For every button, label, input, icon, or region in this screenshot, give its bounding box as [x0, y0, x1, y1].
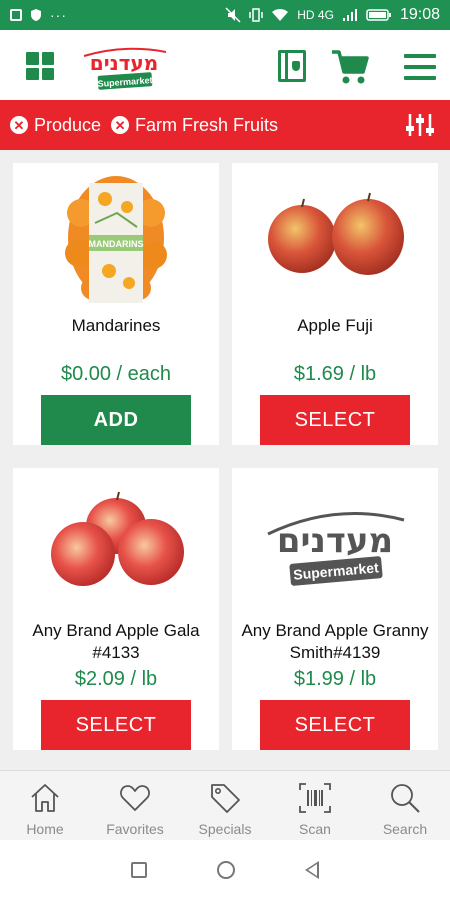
product-price: $1.99 / lb	[293, 668, 377, 690]
barcode-icon	[299, 783, 331, 813]
bottom-tab-bar: Home Favorites Specials Scan Search	[0, 770, 450, 840]
product-name: Mandarines	[71, 316, 161, 335]
vibrate-icon	[249, 8, 264, 22]
product-price: $2.09 / lb	[74, 668, 158, 690]
product-image-mandarins: MANDARINS	[65, 176, 167, 303]
tab-label: Home	[26, 821, 64, 837]
shield-icon	[31, 9, 41, 21]
product-image-gala-apples	[51, 491, 184, 586]
back-icon[interactable]	[305, 861, 319, 879]
tab-favorites[interactable]: Favorites	[90, 771, 180, 840]
store-logo[interactable]: מעדנים Supermarket	[78, 42, 170, 92]
product-name: Any Brand Apple Granny Smith#4139	[241, 621, 429, 662]
filter-chip-label: Farm Fresh Fruits	[135, 114, 279, 135]
sliders-icon[interactable]	[406, 112, 434, 138]
product-card-apple-fuji[interactable]: Apple Fuji $1.69 / lb SELECT	[232, 163, 438, 445]
tab-label: Specials	[198, 821, 252, 837]
product-image-placeholder-logo: מעדנים Supermarket	[267, 512, 405, 586]
product-grid: MANDARINS Mandarines $0.00 / each ADD Ap…	[0, 150, 450, 770]
search-icon	[391, 784, 420, 813]
tab-specials[interactable]: Specials	[180, 771, 270, 840]
select-button[interactable]: SELECT	[41, 700, 191, 750]
bag-label: MANDARINS	[89, 239, 144, 249]
product-name: Apple Fuji	[297, 316, 373, 335]
add-button[interactable]: ADD	[41, 395, 191, 445]
clock: 19:08	[399, 6, 440, 23]
filter-chip-label: Produce	[34, 114, 102, 135]
product-card-apple-gala[interactable]: Any Brand Apple Gala #4133 $2.09 / lb SE…	[13, 468, 219, 750]
product-name: Any Brand Apple Gala #4133	[32, 621, 200, 662]
recents-icon[interactable]	[131, 862, 147, 878]
select-button[interactable]: SELECT	[260, 395, 410, 445]
status-bar: ··· HD 4G 19:08	[0, 0, 450, 30]
grid-menu-icon[interactable]	[26, 52, 54, 80]
product-image-fuji-apples	[268, 192, 404, 275]
filter-bar: ✕ Produce ✕ Farm Fresh Fruits	[0, 100, 450, 150]
tab-search[interactable]: Search	[360, 771, 450, 840]
wifi-icon	[272, 8, 289, 21]
app-bar: מעדנים Supermarket	[0, 30, 450, 100]
select-button[interactable]: SELECT	[260, 700, 410, 750]
home-icon	[31, 784, 59, 812]
hamburger-icon[interactable]	[404, 54, 436, 80]
logo-hebrew-text: מעדנים	[90, 51, 158, 75]
book-icon[interactable]	[278, 50, 306, 82]
more-dots-icon: ···	[50, 7, 67, 23]
product-card-apple-granny-smith[interactable]: מעדנים Supermarket Any Brand Apple Grann…	[232, 468, 438, 750]
battery-icon	[366, 9, 391, 21]
network-type: HD 4G	[297, 8, 334, 22]
tab-scan[interactable]: Scan	[270, 771, 360, 840]
home-circle-icon[interactable]	[217, 861, 235, 879]
product-card-mandarines[interactable]: MANDARINS Mandarines $0.00 / each ADD	[13, 163, 219, 445]
filter-chip-produce[interactable]: ✕ Produce	[10, 115, 101, 136]
system-nav-bar	[0, 840, 450, 900]
heart-icon	[120, 785, 150, 811]
tab-label: Scan	[299, 821, 331, 837]
tag-icon	[211, 784, 240, 813]
tab-home[interactable]: Home	[0, 771, 90, 840]
tab-label: Search	[382, 821, 428, 837]
mute-icon	[225, 7, 241, 23]
close-circle-icon[interactable]: ✕	[10, 116, 28, 134]
signal-icon	[342, 9, 357, 21]
placeholder-hebrew-text: מעדנים	[277, 521, 393, 561]
product-price: $1.69 / lb	[293, 363, 377, 385]
close-circle-icon[interactable]: ✕	[111, 116, 130, 134]
tab-label: Favorites	[106, 821, 164, 837]
filter-chip-farm-fresh-fruits[interactable]: ✕ Farm Fresh Fruits	[111, 115, 278, 136]
image-icon	[10, 9, 22, 21]
product-price: $0.00 / each	[60, 363, 172, 385]
cart-icon[interactable]	[330, 46, 370, 86]
